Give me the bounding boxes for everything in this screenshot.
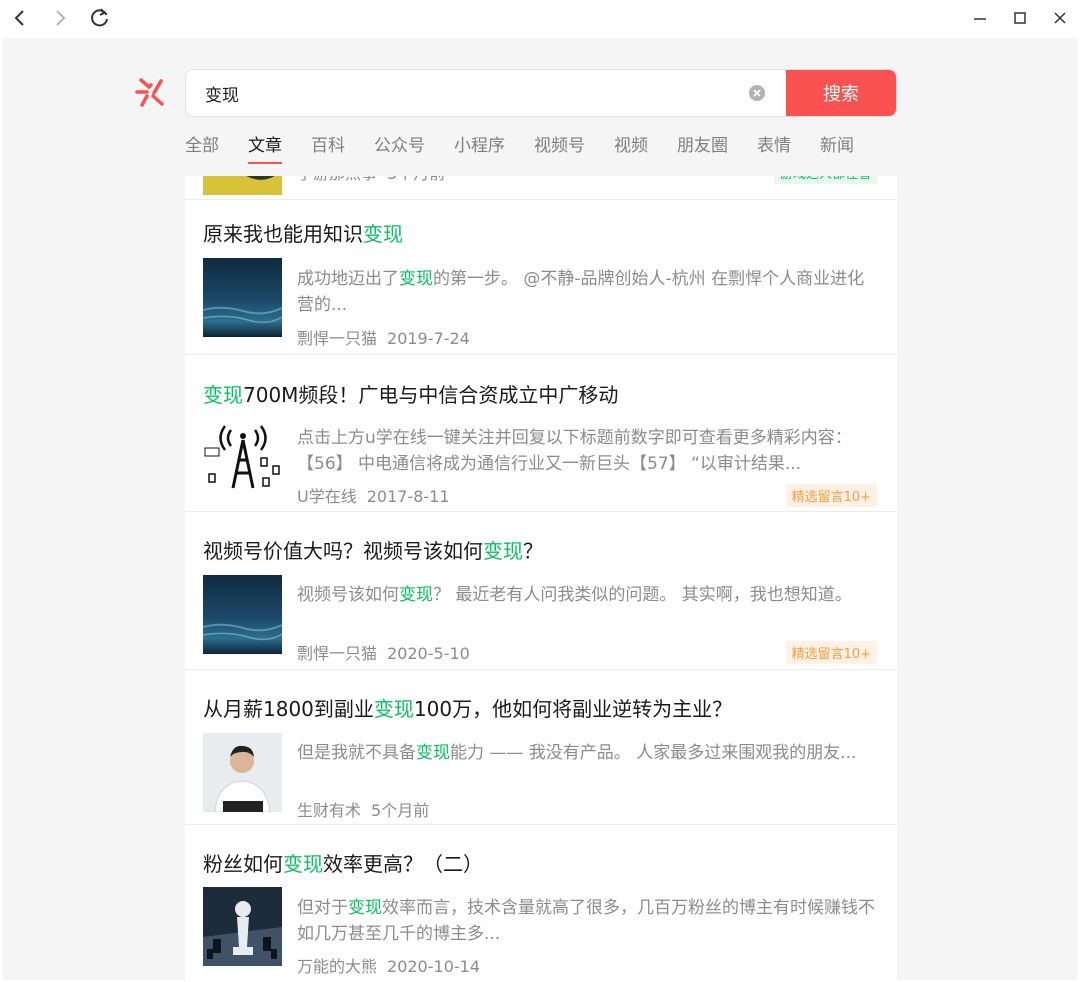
search-page: 搜索 全部文章百科公众号小程序视频号视频朋友圈表情新闻 手游那点事 3个月前 游戏达… (3, 38, 1077, 980)
result-thumbnail[interactable] (203, 887, 282, 966)
result-thumbnail[interactable] (203, 575, 282, 654)
chevron-left-icon (14, 10, 24, 26)
snippet-segment: 但对于 (297, 898, 348, 918)
tab-2[interactable]: 百科 (311, 134, 345, 164)
snippet-segment: 视频号该如何 (297, 585, 399, 605)
result-date: 5个月前 (371, 801, 430, 820)
search-box: 搜索 (185, 69, 897, 117)
tab-1[interactable]: 文章 (248, 134, 282, 164)
snippet-segment: 效率而言，技术含量就高了很多，几百万粉丝的博主有时候赚钱不如几万甚至几千的博主多… (297, 898, 875, 944)
result-item[interactable]: 手游那点事 3个月前 游戏达人都在看 (185, 176, 897, 200)
result-meta: 剽悍一只猫 2019-7-24 (297, 325, 470, 349)
result-snippet: 视频号该如何变现？ 最近老有人问我类似的问题。 其实啊，我也想知道。 (297, 582, 877, 608)
result-title[interactable]: 变现700M频段！广电与中信合资成立中广移动 (203, 379, 618, 408)
highlight-keyword: 变现 (203, 383, 243, 407)
tab-6[interactable]: 视频 (614, 134, 648, 164)
title-segment: ？ (523, 539, 543, 563)
title-segment: 视频号价值大吗？视频号该如何 (203, 539, 483, 563)
result-snippet: 但是我就不具备变现能力 —— 我没有产品。 人家最多过来围观我的朋友... (297, 740, 877, 766)
result-meta: U学在线 2017-8-11 (297, 483, 450, 507)
highlight-keyword: 变现 (283, 852, 323, 876)
forward-button[interactable] (46, 4, 74, 32)
title-segment: 从月薪1800到副业 (203, 697, 374, 721)
result-author[interactable]: 手游那点事 (297, 176, 377, 183)
highlight-keyword: 变现 (348, 898, 382, 918)
snippet-segment: ？ 最近老有人问我类似的问题。 其实啊，我也想知道。 (433, 585, 852, 605)
result-meta: 万能的大熊 2020-10-14 (297, 953, 480, 977)
title-segment: 原来我也能用知识 (203, 222, 363, 246)
tab-5[interactable]: 视频号 (534, 134, 585, 164)
result-snippet: 但对于变现效率而言，技术含量就高了很多，几百万粉丝的博主有时候赚钱不如几万甚至几… (297, 895, 877, 947)
result-thumbnail[interactable] (203, 418, 282, 497)
result-date: 2017-8-11 (366, 487, 450, 506)
result-author[interactable]: 万能的大熊 (297, 957, 377, 976)
result-author[interactable]: 剽悍一只猫 (297, 644, 377, 663)
highlight-keyword: 变现 (416, 743, 450, 763)
result-date: 3个月前 (387, 176, 445, 183)
title-segment: 粉丝如何 (203, 852, 283, 876)
result-title[interactable]: 粉丝如何变现效率更高？（二） (203, 848, 483, 877)
highlight-keyword: 变现 (399, 269, 433, 289)
tab-3[interactable]: 公众号 (374, 134, 425, 164)
snippet-segment: 但是我就不具备 (297, 743, 416, 763)
title-bar (0, 0, 1080, 38)
results-list: 手游那点事3个月前游戏达人都在看原来我也能用知识变现成功地迈出了变现的第一步。 … (185, 176, 897, 980)
result-author[interactable]: 生财有术 (297, 801, 361, 820)
refresh-button[interactable] (86, 4, 114, 32)
result-author[interactable]: U学在线 (297, 487, 357, 506)
title-segment: 100万，他如何将副业逆转为主业？ (413, 697, 733, 721)
result-meta: 剽悍一只猫 2020-5-10 (297, 640, 470, 664)
search-button[interactable]: 搜索 (786, 70, 896, 116)
maximize-button[interactable] (1006, 4, 1034, 32)
result-snippet: 点击上方u学在线一键关注并回复以下标题前数字即可查看更多精彩内容：【56】 中电… (297, 425, 877, 477)
result-title[interactable]: 原来我也能用知识变现 (203, 218, 403, 247)
tab-0[interactable]: 全部 (185, 134, 219, 164)
minimize-icon (974, 18, 986, 20)
result-date: 2020-5-10 (387, 644, 470, 663)
result-title[interactable]: 从月薪1800到副业变现100万，他如何将副业逆转为主业？ (203, 693, 732, 722)
refresh-icon (91, 8, 108, 27)
highlight-keyword: 变现 (373, 697, 414, 721)
close-button[interactable] (1046, 4, 1074, 32)
tab-8[interactable]: 表情 (757, 134, 791, 164)
search-logo-icon (135, 78, 164, 107)
filter-tabs: 全部 文章 百科 公众号 小程序 视频号 视频 朋友圈 表情 新闻 (185, 134, 883, 168)
chevron-right-icon (56, 10, 66, 26)
minimize-button[interactable] (966, 4, 994, 32)
title-segment: 效率更高？（二） (323, 852, 483, 876)
search-input[interactable] (186, 70, 746, 116)
tab-7[interactable]: 朋友圈 (677, 134, 728, 164)
result-meta: 手游那点事 3个月前 (297, 176, 445, 184)
highlight-keyword: 变现 (399, 585, 433, 605)
tab-4[interactable]: 小程序 (454, 134, 505, 164)
result-item[interactable]: 视频号价值大吗？视频号该如何变现？ 视频号该如何变现？ 最近老有人问我类似的问题。… (185, 512, 897, 670)
tab-9[interactable]: 新闻 (820, 134, 854, 164)
result-thumbnail[interactable] (203, 733, 282, 812)
result-item[interactable]: 粉丝如何变现效率更高？（二） 但对于变现效率而言，技术含量就高了很多，几百万粉丝的… (185, 825, 897, 980)
clear-input-icon[interactable] (748, 84, 766, 102)
result-tag-badge: 游戏达人都在看 (773, 176, 877, 184)
close-icon (1054, 12, 1066, 24)
snippet-segment: 能力 —— 我没有产品。 人家最多过来围观我的朋友... (450, 743, 857, 763)
result-tag-badge: 精选留言10+ (785, 484, 877, 507)
back-button[interactable] (6, 4, 34, 32)
result-tag-badge: 精选留言10+ (785, 641, 877, 664)
result-thumbnail[interactable] (203, 258, 282, 337)
snippet-segment: 点击上方u学在线一键关注并回复以下标题前数字即可查看更多精彩内容：【56】 中电… (297, 428, 852, 474)
result-author[interactable]: 剽悍一只猫 (297, 329, 377, 348)
highlight-keyword: 变现 (483, 539, 523, 563)
result-item[interactable]: 从月薪1800到副业变现100万，他如何将副业逆转为主业？ 但是我就不具备变现能力… (185, 670, 897, 825)
result-meta: 生财有术 5个月前 (297, 797, 429, 821)
title-segment: 700M频段！广电与中信合资成立中广移动 (243, 383, 619, 407)
result-item[interactable]: 原来我也能用知识变现 成功地迈出了变现的第一步。 @不静-品牌创始人-杭州 在剽悍… (185, 200, 897, 355)
result-date: 2019-7-24 (387, 329, 470, 348)
result-title[interactable]: 视频号价值大吗？视频号该如何变现？ (203, 535, 543, 564)
maximize-icon (1014, 12, 1026, 24)
result-thumbnail[interactable] (203, 176, 282, 195)
highlight-keyword: 变现 (363, 222, 403, 246)
result-date: 2020-10-14 (387, 957, 480, 976)
result-snippet: 成功地迈出了变现的第一步。 @不静-品牌创始人-杭州 在剽悍个人商业进化营的..… (297, 266, 877, 318)
snippet-segment: 成功地迈出了 (297, 269, 399, 289)
result-item[interactable]: 变现700M频段！广电与中信合资成立中广移动点击上方u学在线一键关注并回复以下标… (185, 355, 897, 512)
